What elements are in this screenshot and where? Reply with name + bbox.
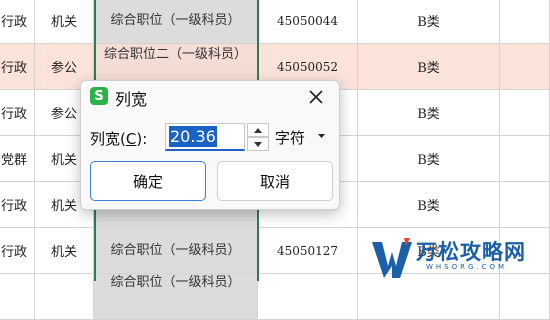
cell-type[interactable]: 党群 — [0, 136, 35, 182]
cell-category[interactable]: 机关 — [35, 228, 94, 274]
cell-type[interactable]: 行政 — [0, 182, 35, 228]
cell-class[interactable]: B类 — [358, 136, 500, 182]
label-suffix: ): — [136, 130, 148, 148]
column-width-label: 列宽(C): — [90, 128, 147, 149]
watermark-subtext: WHSORG.COM — [426, 263, 508, 271]
cell-empty[interactable] — [500, 90, 550, 136]
cell-position[interactable]: 综合职位（一级科员） — [94, 228, 258, 274]
wps-logo-icon: S — [90, 87, 108, 105]
label-prefix: 列宽( — [90, 130, 126, 148]
cell-code[interactable]: 45050044 — [258, 0, 358, 44]
cell-empty[interactable] — [500, 44, 550, 90]
cell-class[interactable]: B类 — [358, 182, 500, 228]
unit-dropdown[interactable]: 字符 — [275, 127, 305, 148]
cell-empty[interactable] — [500, 0, 550, 44]
watermark: 万松攻略网 WHSORG.COM — [368, 232, 550, 281]
cell-type[interactable]: 行政 — [0, 228, 35, 274]
cell-code[interactable]: 45050127 — [258, 228, 358, 274]
cell-empty[interactable] — [500, 136, 550, 182]
table-row[interactable]: 行政 机关 综合职位（一级科员） 45050044 B类 — [0, 0, 550, 44]
label-accelerator: C — [125, 130, 137, 148]
cell-type[interactable]: 行政 — [0, 44, 35, 90]
ok-button[interactable]: 确定 — [90, 161, 206, 201]
cell-class[interactable]: B类 — [358, 44, 500, 90]
chevron-down-icon[interactable] — [318, 134, 325, 138]
dialog-title: 列宽 — [115, 90, 148, 109]
watermark-logo-icon — [372, 238, 412, 278]
caret-up-icon — [254, 127, 262, 133]
column-width-dialog: S 列宽 列宽(C): 20.36 字符 确定 取消 — [80, 80, 340, 210]
watermark-text: 万松攻略网 — [416, 240, 526, 264]
cell-position[interactable]: 综合职位（一级科员） — [94, 0, 258, 44]
cell-class[interactable]: B类 — [358, 0, 500, 44]
spin-down-button[interactable] — [247, 137, 269, 151]
cancel-button[interactable]: 取消 — [217, 161, 333, 201]
close-icon[interactable] — [302, 84, 330, 110]
column-width-value[interactable]: 20.36 — [169, 126, 217, 147]
cell-type[interactable]: 行政 — [0, 0, 35, 44]
spin-up-button[interactable] — [247, 123, 269, 137]
caret-down-icon — [254, 141, 262, 147]
cell-empty[interactable] — [500, 182, 550, 228]
cell-type[interactable]: 行政 — [0, 90, 35, 136]
column-width-input[interactable]: 20.36 — [165, 123, 245, 151]
cell-class[interactable]: B类 — [358, 90, 500, 136]
cell-category[interactable]: 机关 — [35, 0, 94, 44]
